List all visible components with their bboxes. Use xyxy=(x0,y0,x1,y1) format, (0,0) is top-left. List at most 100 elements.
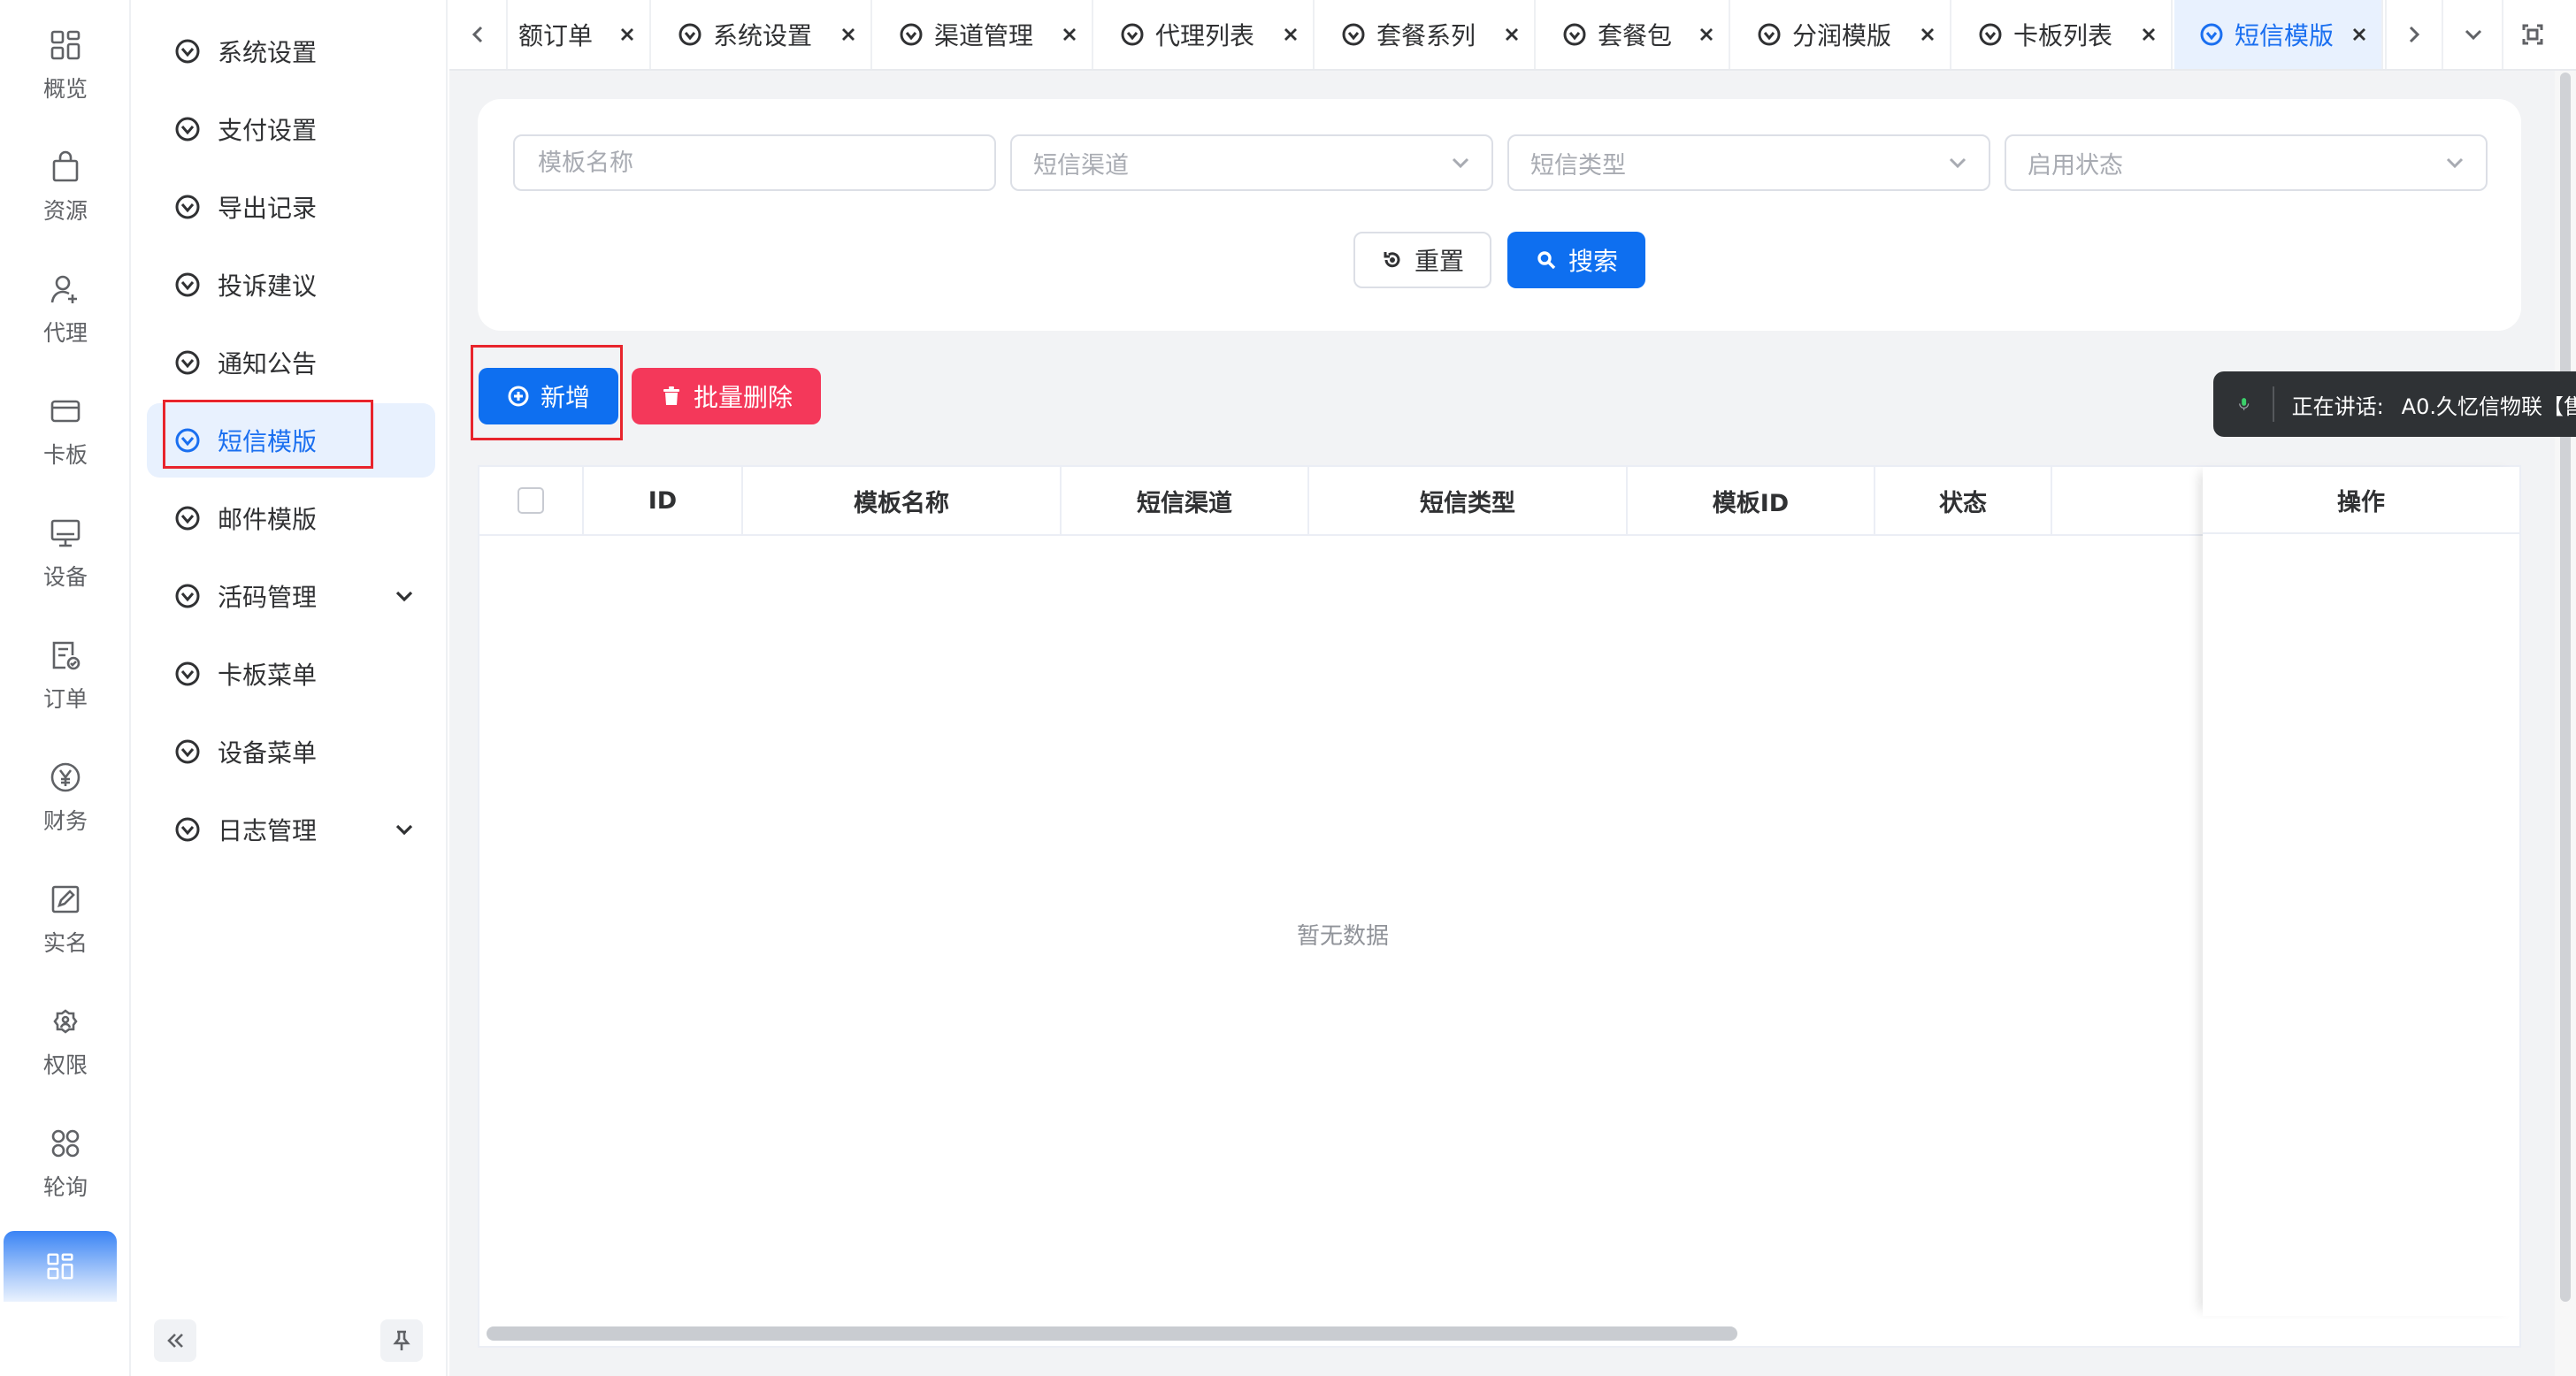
menu-item-notices[interactable]: 通知公告 xyxy=(147,325,435,400)
tab-label: 短信模版 xyxy=(2235,21,2334,50)
add-button[interactable]: 新增 xyxy=(479,368,618,424)
tab-agent-list[interactable]: 代理列表 xyxy=(1095,0,1315,69)
sms-channel-placeholder: 短信渠道 xyxy=(1033,151,1129,180)
chevron-down-icon xyxy=(2446,157,2464,169)
rail-item-permission[interactable]: 权限 xyxy=(0,989,131,1095)
chevron-down-icon xyxy=(395,824,413,836)
tab-dot-icon xyxy=(1342,23,1365,46)
menu-item-complaints[interactable]: 投诉建议 xyxy=(147,248,435,322)
tab-dot-icon xyxy=(1979,23,2002,46)
template-name-input[interactable] xyxy=(513,134,996,191)
rail-item-finance[interactable]: 财务 xyxy=(0,745,131,851)
rail-label: 轮询 xyxy=(42,1174,88,1200)
pin-menu-button[interactable] xyxy=(380,1319,423,1362)
menu-item-card-menu[interactable]: 卡板菜单 xyxy=(147,637,435,711)
menu-dot-icon xyxy=(175,506,200,531)
select-all-checkbox[interactable] xyxy=(518,487,544,514)
rail-item-overview[interactable]: 概览 xyxy=(0,12,131,118)
close-icon[interactable] xyxy=(617,25,637,44)
sms-type-select[interactable]: 短信类型 xyxy=(1507,134,1990,191)
template-name-text[interactable] xyxy=(536,148,994,178)
menu-item-export-records[interactable]: 导出记录 xyxy=(147,170,435,244)
close-icon[interactable] xyxy=(1281,25,1300,44)
microphone-icon xyxy=(2239,398,2250,410)
column-header-sms-channel[interactable]: 短信渠道 xyxy=(1062,467,1309,534)
plus-circle-icon xyxy=(508,386,529,407)
tab-system-settings[interactable]: 系统设置 xyxy=(653,0,872,69)
column-header-template-name[interactable]: 模板名称 xyxy=(743,467,1062,534)
enabled-status-select[interactable]: 启用状态 xyxy=(2005,134,2488,191)
rail-item-agent[interactable]: 代理 xyxy=(0,256,131,363)
tab-scroll-right-button[interactable] xyxy=(2385,0,2443,69)
horizontal-scrollbar[interactable] xyxy=(479,1319,2519,1346)
tab-package[interactable]: 套餐包 xyxy=(1537,0,1730,69)
tab-dropdown-button[interactable] xyxy=(2445,0,2503,69)
rail-item-order[interactable]: 订单 xyxy=(0,623,131,729)
tab-dot-icon xyxy=(900,23,923,46)
rail-label: 概览 xyxy=(42,76,88,102)
sms-type-placeholder: 短信类型 xyxy=(1530,151,1626,180)
menu-item-label: 设备菜单 xyxy=(218,738,318,768)
close-icon[interactable] xyxy=(1502,25,1522,44)
horizontal-scrollbar-thumb[interactable] xyxy=(487,1326,1737,1341)
bag-icon xyxy=(52,150,79,182)
close-icon[interactable] xyxy=(1697,25,1716,44)
rail-item-device[interactable]: 设备 xyxy=(0,501,131,607)
close-icon[interactable] xyxy=(1060,25,1079,44)
menu-item-live-code[interactable]: 活码管理 xyxy=(147,559,435,633)
double-chevron-left-icon xyxy=(167,1334,183,1348)
menu-dot-icon xyxy=(175,584,200,608)
close-icon[interactable] xyxy=(1918,25,1937,44)
column-header-id[interactable]: ID xyxy=(584,467,743,534)
menu-dot-icon xyxy=(175,39,200,64)
rail-item-card[interactable]: 卡板 xyxy=(0,378,131,485)
tab-scroll-left-button[interactable] xyxy=(449,0,508,69)
shield-user-icon xyxy=(53,1009,78,1034)
rail-item-resources[interactable]: 资源 xyxy=(0,134,131,241)
close-icon[interactable] xyxy=(2350,25,2369,44)
tab-label: 系统设置 xyxy=(713,21,813,50)
search-label: 搜索 xyxy=(1568,247,1618,276)
vertical-scrollbar[interactable] xyxy=(2555,71,2576,1376)
menu-item-email-template[interactable]: 邮件模版 xyxy=(147,481,435,555)
tab-sms-template[interactable]: 短信模版 xyxy=(2174,0,2383,69)
rail-label: 卡板 xyxy=(42,442,88,468)
menu-item-device-menu[interactable]: 设备菜单 xyxy=(147,715,435,789)
sms-channel-select[interactable]: 短信渠道 xyxy=(1010,134,1493,191)
rail-item-realname[interactable]: 实名 xyxy=(0,867,131,973)
tab-card-list[interactable]: 卡板列表 xyxy=(1953,0,2173,69)
search-button[interactable]: 搜索 xyxy=(1507,232,1645,288)
tab-dot-icon xyxy=(1758,23,1781,46)
close-icon[interactable] xyxy=(2139,25,2158,44)
menu-item-system-settings[interactable]: 系统设置 xyxy=(147,14,435,88)
batch-delete-button[interactable]: 批量删除 xyxy=(632,368,821,424)
grid-apps-icon xyxy=(47,1253,73,1280)
tab-channel-management[interactable]: 渠道管理 xyxy=(874,0,1093,69)
menu-item-label: 日志管理 xyxy=(218,816,318,845)
menu-item-sms-template[interactable]: 短信模版 xyxy=(147,403,435,478)
column-header-actions[interactable]: 操作 xyxy=(2203,467,2519,534)
tab-package-series[interactable]: 套餐系列 xyxy=(1316,0,1536,69)
column-header-template-id[interactable]: 模板ID xyxy=(1628,467,1875,534)
speaking-indicator: 正在讲话: A0.久忆信物联【售 xyxy=(2213,371,2576,437)
reset-button[interactable]: 重置 xyxy=(1353,232,1491,288)
menu-dot-icon xyxy=(175,117,200,141)
column-header-status[interactable]: 状态 xyxy=(1875,467,2052,534)
close-icon[interactable] xyxy=(839,25,858,44)
rail-item-active[interactable] xyxy=(4,1231,117,1302)
menu-item-label: 邮件模版 xyxy=(218,505,318,534)
tab-quota-order[interactable]: 额订单 xyxy=(510,0,651,69)
tab-profit-template[interactable]: 分润模版 xyxy=(1732,0,1951,69)
tab-dot-icon xyxy=(1563,23,1586,46)
agent-icon xyxy=(50,275,77,303)
rail-item-polling[interactable]: 轮询 xyxy=(0,1111,131,1217)
icon-rail: 概览 资源 代理 卡板 设备 订单 财务 实名 权限 轮询 xyxy=(0,0,131,1376)
speaking-name: A0.久忆信物联【售 xyxy=(2401,394,2576,419)
menu-item-log-management[interactable]: 日志管理 xyxy=(147,792,435,867)
menu-item-payment-settings[interactable]: 支付设置 xyxy=(147,92,435,166)
collapse-menu-button[interactable] xyxy=(154,1319,196,1362)
menu-dot-icon xyxy=(175,661,200,686)
fullscreen-button[interactable] xyxy=(2503,0,2562,69)
column-header-sms-type[interactable]: 短信类型 xyxy=(1309,467,1628,534)
vertical-scrollbar-thumb[interactable] xyxy=(2560,73,2571,1302)
